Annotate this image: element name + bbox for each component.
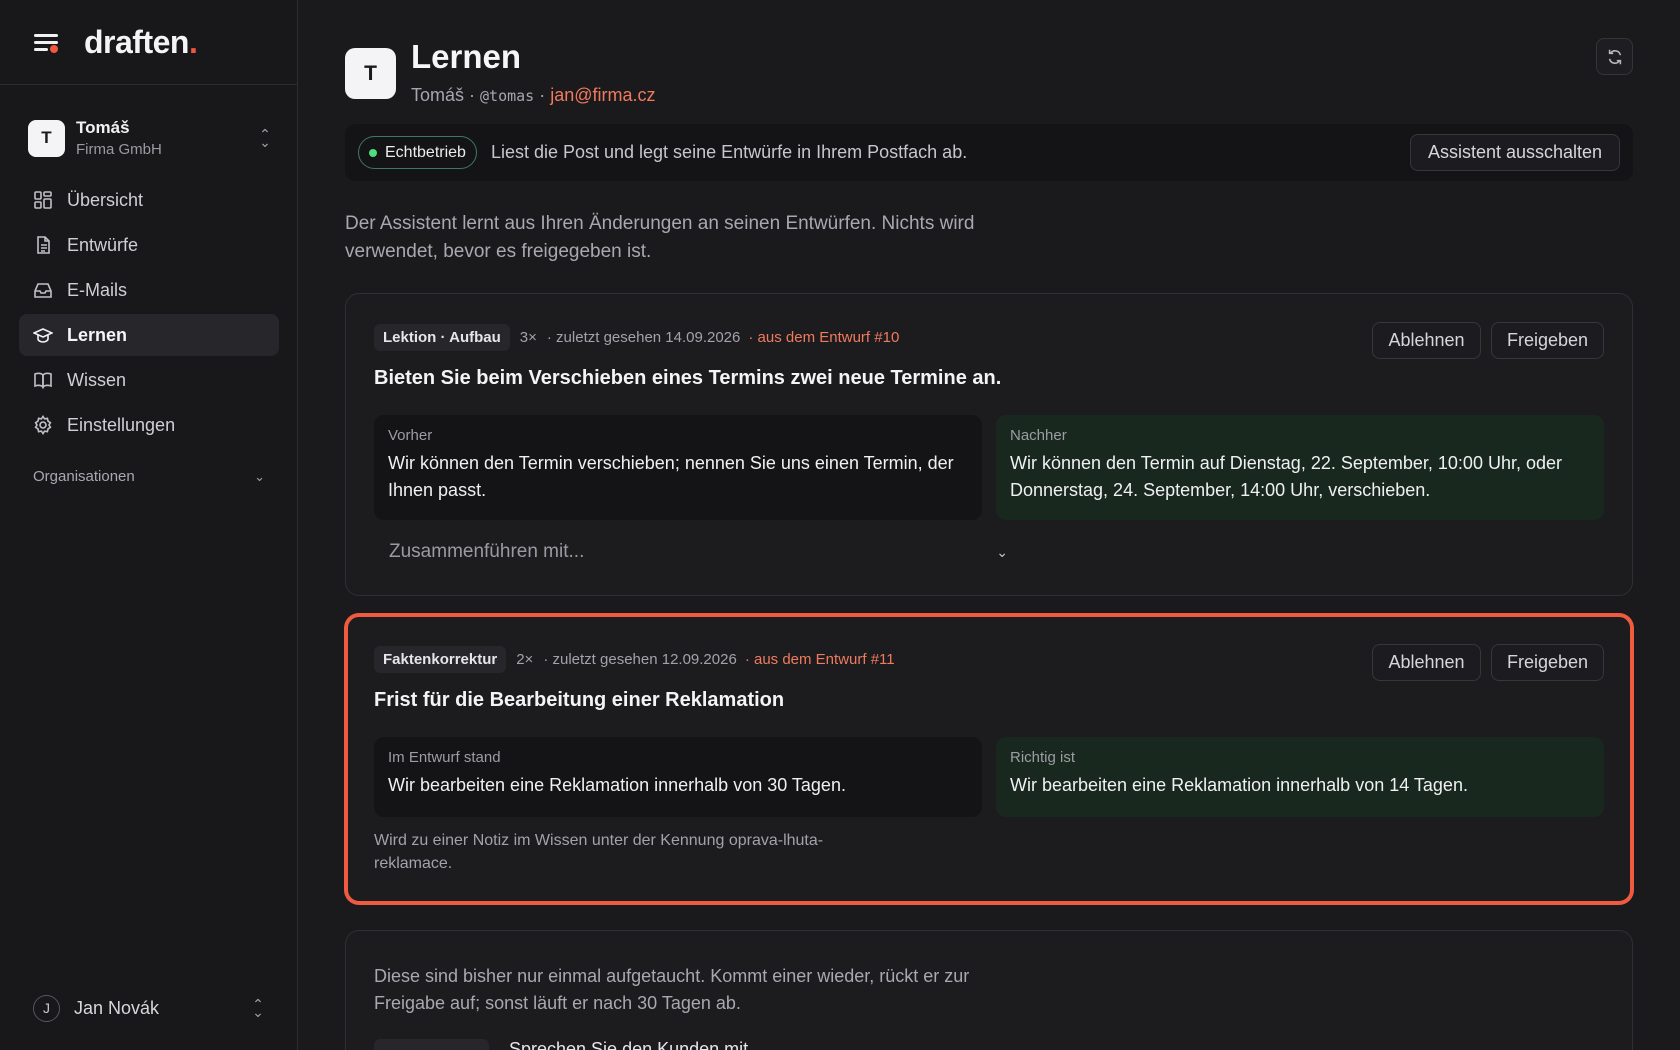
- live-dot-icon: [369, 148, 377, 157]
- page-subtitle: Tomáš · @tomas · jan@firma.cz: [411, 85, 656, 106]
- intro-text: Der Assistent lernt aus Ihren Änderungen…: [345, 213, 975, 262]
- correct-value-text: Wir bearbeiten eine Reklamation innerhal…: [1010, 775, 1468, 795]
- after-text: Wir können den Termin auf Dienstag, 22. …: [1010, 453, 1562, 500]
- status-badge: Echtbetrieb: [358, 136, 477, 169]
- approve-button[interactable]: Freigeben: [1491, 322, 1604, 359]
- dashboard-icon: [33, 190, 53, 210]
- before-box: Vorher Wir können den Termin verschieben…: [374, 415, 982, 520]
- document-icon: [33, 235, 53, 255]
- card-tag: Faktenkorrektur: [374, 646, 507, 673]
- before-label: Vorher: [388, 427, 433, 444]
- reject-button[interactable]: Ablehnen: [1372, 644, 1481, 681]
- pending-row: Sprechen Sie den Kunden mit: [374, 1039, 748, 1050]
- draft-value-label: Im Entwurf stand: [388, 749, 501, 766]
- knowledge-note: Wird zu einer Notiz im Wissen unter der …: [374, 832, 824, 872]
- chevron-down-icon: ⌄: [996, 543, 1008, 560]
- refresh-icon: [1608, 49, 1621, 64]
- card-meta: Lektion · Aufbau 3× · zuletzt gesehen 14…: [374, 324, 899, 351]
- sidebar: draften. T Tomáš Firma GmbH ⌃ ⌄ Übersicht…: [0, 0, 298, 1050]
- card-tag: Lektion · Aufbau: [374, 324, 510, 351]
- correct-value-label: Richtig ist: [1010, 749, 1076, 766]
- after-label: Nachher: [1010, 427, 1067, 444]
- refresh-button[interactable]: [1596, 38, 1633, 75]
- graduation-cap-icon: [33, 325, 53, 345]
- assistant-status-bar: Echtbetrieb Liest die Post und legt sein…: [345, 124, 1633, 181]
- card-count: 2×: [516, 651, 534, 668]
- organizations-toggle[interactable]: Organisationen ⌄: [33, 468, 265, 485]
- organizations-label: Organisationen: [33, 468, 135, 485]
- card-title: Bieten Sie beim Verschieben eines Termin…: [374, 367, 1002, 389]
- sidebar-item-label: Entwürfe: [67, 234, 139, 255]
- pending-row-text: Sprechen Sie den Kunden mit: [509, 1039, 749, 1050]
- sidebar-item-label: Übersicht: [67, 189, 144, 210]
- sidebar-item-wissen[interactable]: Wissen: [19, 359, 279, 401]
- menu-icon[interactable]: [34, 31, 60, 53]
- subtitle-handle: @tomas: [480, 87, 535, 105]
- workspace-org: Firma GmbH: [76, 141, 162, 158]
- workspace-name: Tomáš: [76, 118, 130, 137]
- disable-assistant-button[interactable]: Assistent ausschalten: [1410, 134, 1620, 171]
- subtitle-name: Tomáš ·: [411, 85, 476, 105]
- page-title: Lernen: [411, 38, 522, 75]
- subtitle-email[interactable]: jan@firma.cz: [550, 85, 655, 105]
- sidebar-item-label: E-Mails: [67, 279, 128, 300]
- merge-select[interactable]: Zusammenführen mit... ⌄: [374, 534, 1020, 570]
- fact-correction-card: Faktenkorrektur 2× · zuletzt gesehen 12.…: [345, 614, 1633, 904]
- card-last-seen: · zuletzt gesehen 12.09.2026: [543, 651, 737, 668]
- card-source-link[interactable]: · aus dem Entwurf #11: [745, 651, 895, 668]
- draft-value-box: Im Entwurf stand Wir bearbeiten eine Rek…: [374, 737, 982, 817]
- chevron-updown-icon: ⌃ ⌄: [259, 126, 271, 150]
- sidebar-item-entwuerfe[interactable]: Entwürfe: [19, 224, 279, 266]
- sidebar-item-lernen[interactable]: Lernen: [19, 314, 279, 356]
- sidebar-item-einstellungen[interactable]: Einstellungen: [19, 404, 279, 446]
- user-name: Jan Novák: [74, 997, 160, 1018]
- sidebar-header: draften.: [0, 0, 297, 85]
- sidebar-item-label: Lernen: [67, 324, 128, 345]
- pending-tag: [374, 1039, 489, 1050]
- sidebar-item-uebersicht[interactable]: Übersicht: [19, 179, 279, 221]
- page-avatar: T: [345, 48, 396, 99]
- lesson-card: Lektion · Aufbau 3× · zuletzt gesehen 14…: [345, 293, 1633, 596]
- user-menu[interactable]: J Jan Novák ⌃ ⌄: [33, 994, 265, 1022]
- sidebar-item-label: Einstellungen: [67, 414, 176, 435]
- pending-lessons-card: Diese sind bisher nur einmal aufgetaucht…: [345, 930, 1633, 1050]
- main-content: T Lernen Tomáš · @tomas · jan@firma.cz E…: [298, 0, 1680, 1050]
- user-avatar: J: [33, 994, 60, 1022]
- card-meta: Faktenkorrektur 2× · zuletzt gesehen 12.…: [374, 646, 895, 673]
- correct-value-box: Richtig ist Wir bearbeiten eine Reklamat…: [996, 737, 1604, 817]
- status-badge-label: Echtbetrieb: [385, 143, 466, 161]
- card-last-seen: · zuletzt gesehen 14.09.2026: [546, 329, 741, 346]
- subtitle-sep: ·: [539, 85, 546, 105]
- sidebar-item-emails[interactable]: E-Mails: [19, 269, 279, 311]
- approve-button[interactable]: Freigeben: [1491, 644, 1604, 681]
- card-title: Frist für die Bearbeitung einer Reklamat…: [374, 689, 785, 711]
- chevron-updown-icon: ⌃ ⌄: [252, 996, 264, 1020]
- sidebar-item-label: Wissen: [67, 369, 127, 390]
- pending-description: Diese sind bisher nur einmal aufgetaucht…: [374, 966, 970, 1013]
- app-logo[interactable]: draften.: [84, 24, 198, 61]
- card-count: 3×: [519, 329, 537, 346]
- workspace-avatar: T: [28, 119, 65, 157]
- gear-icon: [33, 415, 53, 435]
- status-text: Liest die Post und legt seine Entwürfe i…: [490, 142, 968, 162]
- draft-value-text: Wir bearbeiten eine Reklamation innerhal…: [388, 775, 846, 795]
- workspace-switcher[interactable]: T Tomáš Firma GmbH ⌃ ⌄: [28, 116, 272, 160]
- inbox-icon: [33, 280, 53, 300]
- sidebar-nav: Übersicht Entwürfe E-Mails Lernen Wissen: [19, 179, 279, 449]
- before-text: Wir können den Termin verschieben; nenne…: [388, 453, 954, 500]
- after-box: Nachher Wir können den Termin auf Dienst…: [996, 415, 1604, 520]
- merge-placeholder: Zusammenführen mit...: [389, 541, 585, 562]
- chevron-down-icon: ⌄: [254, 468, 265, 484]
- reject-button[interactable]: Ablehnen: [1372, 322, 1481, 359]
- card-source-link[interactable]: · aus dem Entwurf #10: [748, 329, 899, 346]
- book-icon: [33, 370, 53, 390]
